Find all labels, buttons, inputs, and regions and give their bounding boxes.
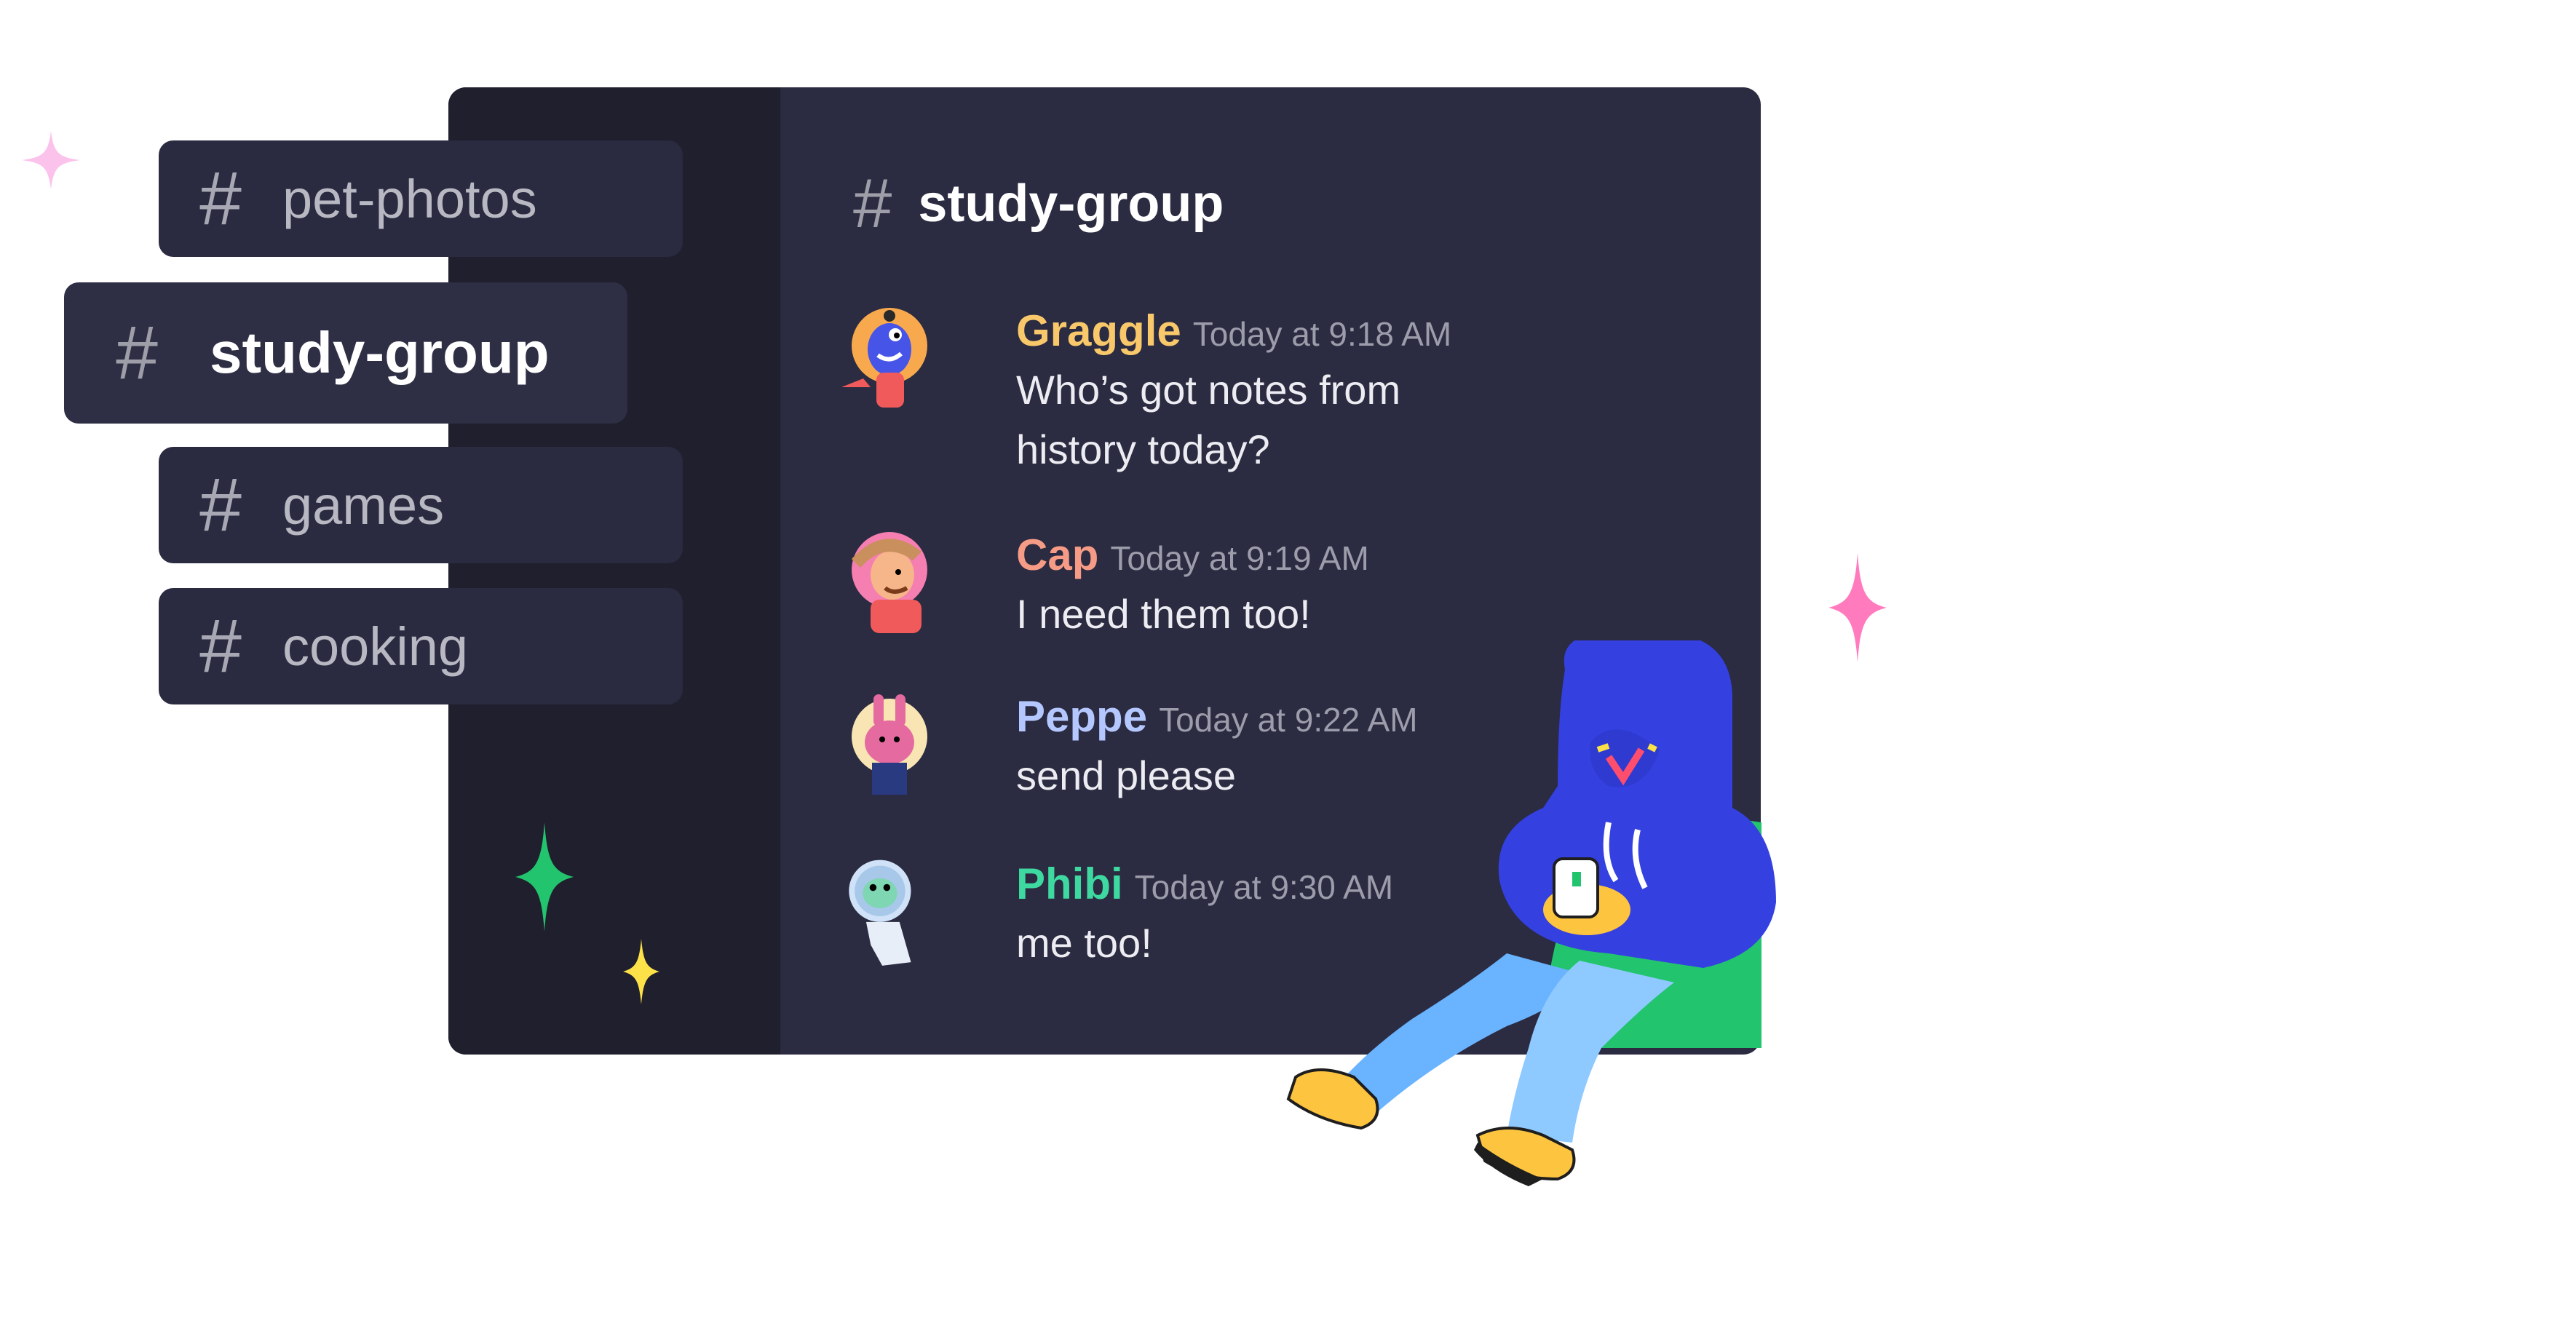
- message-item: Graggle Today at 9:18 AM Who’s got notes…: [841, 306, 1569, 473]
- avatar[interactable]: [841, 530, 929, 639]
- channel-item-study-group[interactable]: # study-group: [64, 282, 627, 424]
- channel-label: study-group: [210, 320, 550, 385]
- avatar[interactable]: [841, 691, 929, 801]
- character-illustration: [1286, 640, 1776, 1186]
- message-line: I need them too!: [1016, 591, 1311, 637]
- hash-icon: #: [199, 463, 242, 547]
- message-text: Who’s got notes from history today?: [1016, 360, 1451, 480]
- message-body: Cap Today at 9:19 AM I need them too!: [1016, 530, 1369, 644]
- timestamp: Today at 9:19 AM: [1110, 539, 1369, 577]
- author-name[interactable]: Graggle: [1016, 306, 1181, 356]
- channel-item-cooking[interactable]: # cooking: [159, 588, 683, 704]
- author-name[interactable]: Cap: [1016, 530, 1098, 580]
- author-name[interactable]: Peppe: [1016, 691, 1147, 742]
- channel-header: # study-group: [853, 160, 1224, 247]
- avatar[interactable]: [841, 859, 929, 968]
- message-body: Graggle Today at 9:18 AM Who’s got notes…: [1016, 306, 1451, 480]
- sparkle-pink-large-icon: [1828, 553, 1887, 662]
- sparkle-yellow-icon: [623, 939, 659, 1004]
- timestamp: Today at 9:18 AM: [1192, 315, 1452, 353]
- hash-icon: #: [853, 164, 892, 242]
- message-line: Who’s got notes from: [1016, 367, 1401, 413]
- channel-label: pet-photos: [282, 168, 537, 229]
- message-item: Cap Today at 9:19 AM I need them too!: [841, 530, 1569, 646]
- hash-icon: #: [199, 156, 242, 241]
- sparkle-green-icon: [515, 822, 574, 932]
- channel-label: games: [282, 475, 445, 536]
- avatar[interactable]: [841, 306, 929, 415]
- sparkle-pink-small-icon: [22, 131, 80, 189]
- message-text: I need them too!: [1016, 584, 1369, 644]
- message-line: history today?: [1016, 426, 1270, 472]
- author-name[interactable]: Phibi: [1016, 859, 1123, 909]
- channel-label: cooking: [282, 616, 469, 677]
- hash-icon: #: [199, 604, 242, 688]
- channel-item-pet-photos[interactable]: # pet-photos: [159, 140, 683, 257]
- channel-item-games[interactable]: # games: [159, 447, 683, 563]
- channel-title: study-group: [918, 175, 1224, 233]
- hash-icon: #: [116, 311, 158, 395]
